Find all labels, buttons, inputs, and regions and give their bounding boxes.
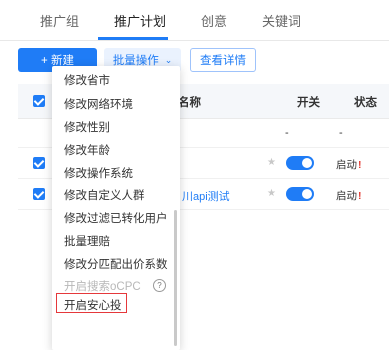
- menu-item-enable-anxin[interactable]: 开启安心投: [64, 297, 122, 313]
- chevron-down-icon: ⌄: [164, 54, 173, 65]
- column-header-status: 状态: [354, 97, 377, 109]
- status-badge: 启动!: [336, 188, 362, 203]
- menu-item-edit-bid-coefficient[interactable]: 修改分匹配出价系数: [64, 256, 168, 272]
- tab-creative[interactable]: 创意: [201, 11, 227, 30]
- status-text: 启动: [336, 190, 357, 202]
- warning-icon: !: [358, 190, 362, 202]
- menu-item-batch-compensation[interactable]: 批量理赔: [64, 233, 110, 249]
- status-toggle[interactable]: [286, 187, 314, 201]
- tab-bar: 推广组 推广计划 创意 关键词: [0, 0, 389, 41]
- view-details-button[interactable]: 查看详情: [190, 48, 256, 72]
- menu-item-edit-network[interactable]: 修改网络环境: [64, 96, 133, 112]
- tab-keyword[interactable]: 关键词: [262, 11, 301, 30]
- menu-item-edit-gender[interactable]: 修改性别: [64, 119, 110, 135]
- status-cell: -: [339, 127, 343, 139]
- tab-promotion-group[interactable]: 推广组: [40, 11, 79, 30]
- menu-item-edit-region[interactable]: 修改省市: [64, 72, 110, 88]
- row-checkbox[interactable]: [33, 188, 45, 200]
- star-icon[interactable]: ★: [267, 188, 276, 199]
- dropdown-scrollbar[interactable]: [174, 210, 177, 346]
- status-badge: 启动!: [336, 157, 362, 172]
- row-checkbox[interactable]: [33, 157, 45, 169]
- active-tab-indicator: [98, 37, 168, 40]
- warning-icon: !: [358, 159, 362, 171]
- star-icon[interactable]: ★: [267, 157, 276, 168]
- status-toggle[interactable]: [286, 156, 314, 170]
- switch-cell: -: [285, 127, 289, 139]
- column-header-switch: 开关: [297, 97, 320, 109]
- plan-name-link[interactable]: 川api测试: [182, 188, 230, 204]
- select-all-checkbox[interactable]: [33, 95, 45, 107]
- tab-promotion-plan[interactable]: 推广计划: [114, 11, 166, 30]
- menu-item-edit-custom-audience[interactable]: 修改自定义人群: [64, 187, 145, 203]
- help-icon[interactable]: ?: [153, 279, 166, 292]
- column-header-name: 名称: [178, 97, 201, 109]
- menu-item-edit-os[interactable]: 修改操作系统: [64, 165, 133, 181]
- batch-operation-dropdown: 修改省市 修改网络环境 修改性别 修改年龄 修改操作系统 修改自定义人群 修改过…: [52, 66, 180, 350]
- menu-item-enable-search-ocpc: 开启搜索oCPC: [64, 281, 141, 293]
- menu-item-edit-age[interactable]: 修改年龄: [64, 142, 110, 158]
- menu-item-edit-filter-converted[interactable]: 修改过滤已转化用户: [64, 210, 168, 226]
- status-text: 启动: [336, 159, 357, 171]
